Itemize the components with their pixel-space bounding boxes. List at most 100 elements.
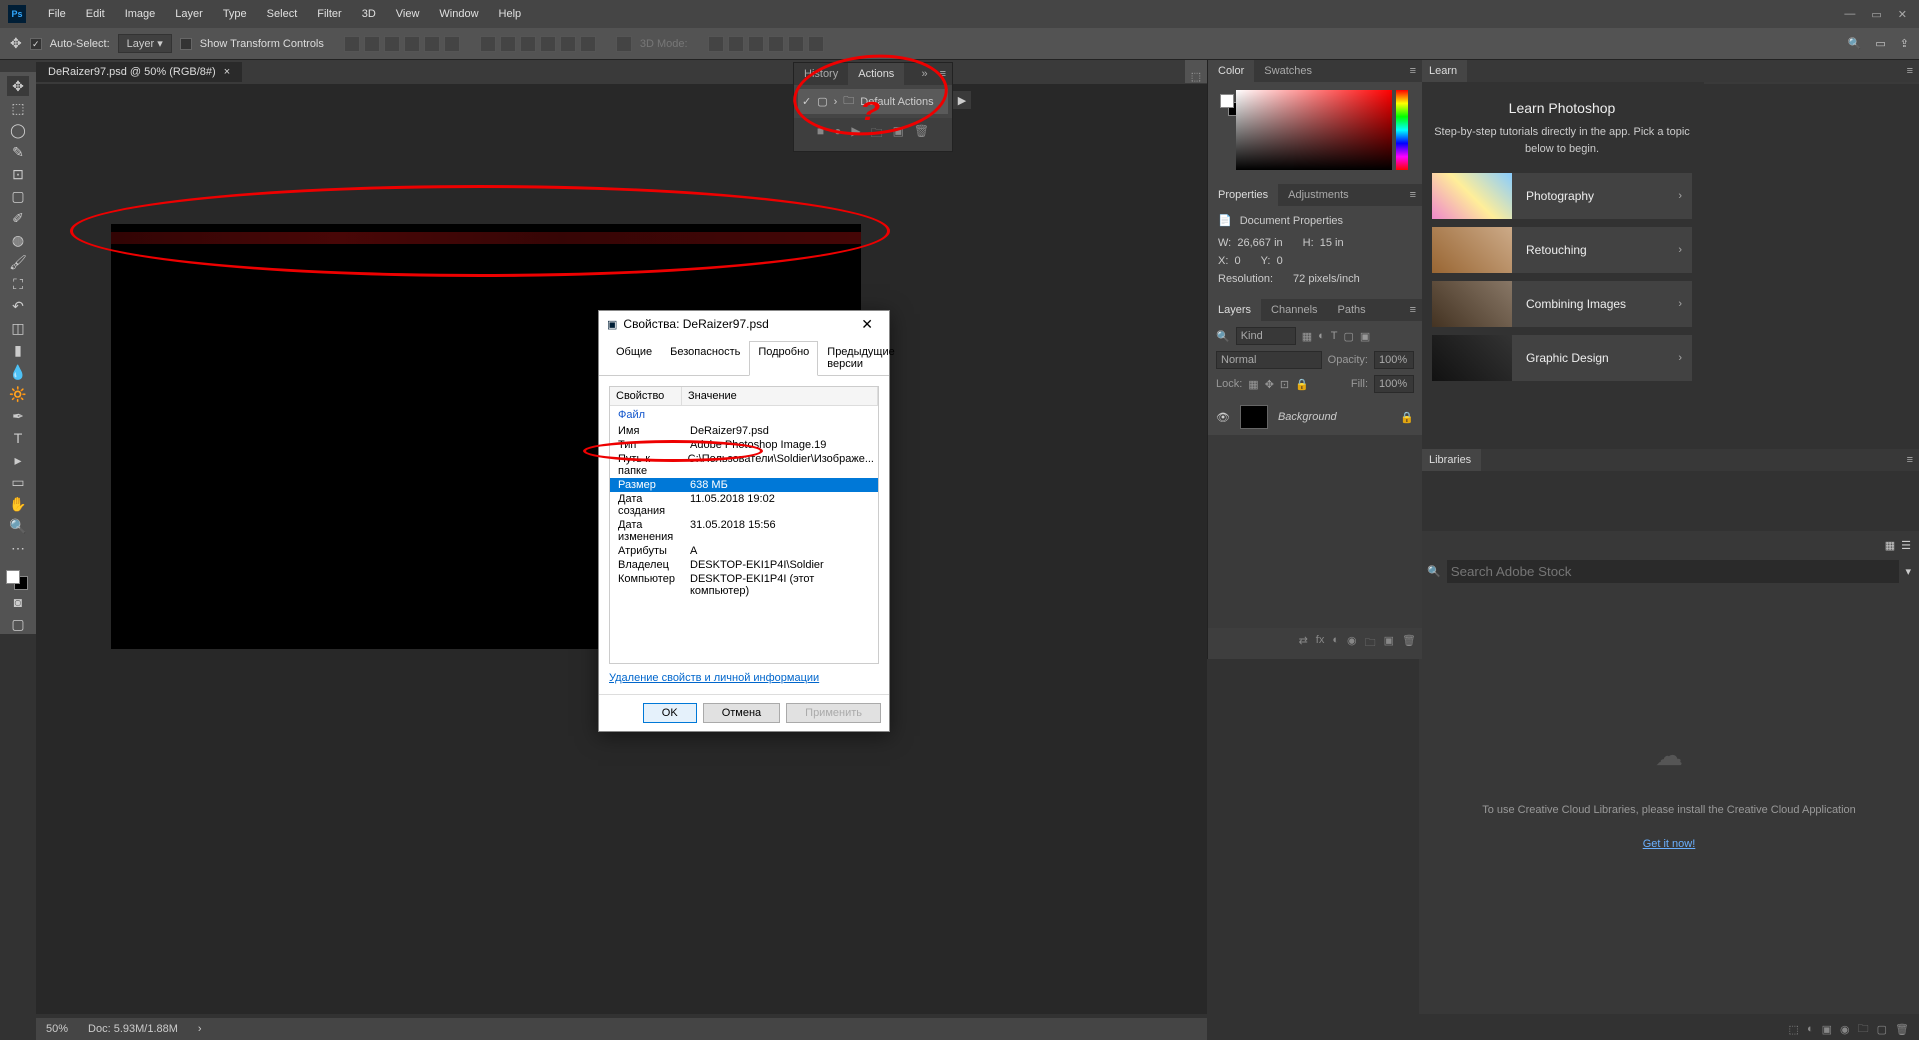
dialog-tab-general[interactable]: Общие [607, 341, 661, 375]
chevron-right-icon[interactable]: › [198, 1023, 202, 1035]
group-icon[interactable]: 🗀 [1365, 634, 1376, 653]
more-align-icon[interactable] [616, 36, 632, 52]
action-delete-icon[interactable]: 🗑 [914, 124, 929, 145]
dialog-tab-previous[interactable]: Предыдущие версии [818, 341, 903, 375]
type-tool[interactable]: T [7, 428, 29, 448]
align-right-icon[interactable] [384, 36, 400, 52]
tab-actions[interactable]: Actions [848, 63, 904, 85]
link-layers-icon[interactable]: ⇄ [1299, 634, 1308, 653]
distribute-4-icon[interactable] [540, 36, 556, 52]
window-minimize-icon[interactable]: — [1844, 8, 1855, 21]
filter-shape-icon[interactable]: ▢ [1344, 330, 1354, 343]
tab-channels[interactable]: Channels [1261, 299, 1327, 321]
panel-menu-icon[interactable]: ≡ [934, 64, 952, 84]
document-tab-close-icon[interactable]: × [224, 66, 230, 78]
brush-tool[interactable]: 🖌 [7, 252, 29, 272]
prop-row-created[interactable]: Дата создания11.05.2018 19:02 [610, 492, 878, 518]
learn-panel-menu-icon[interactable]: ≡ [1901, 61, 1919, 81]
3d-orbit-icon[interactable] [708, 36, 724, 52]
menu-image[interactable]: Image [115, 8, 166, 20]
opacity-input[interactable]: 100% [1374, 351, 1414, 369]
frame-tool[interactable]: ▢ [7, 186, 29, 206]
distribute-2-icon[interactable] [500, 36, 516, 52]
path-select-tool[interactable]: ▸ [7, 450, 29, 470]
tab-properties[interactable]: Properties [1208, 184, 1278, 206]
auto-select-target-dropdown[interactable]: Layer ▾ [118, 34, 172, 53]
align-top-icon[interactable] [404, 36, 420, 52]
dialog-cancel-button[interactable]: Отмена [703, 703, 780, 723]
dialog-tab-details[interactable]: Подробно [749, 341, 818, 376]
tab-layers[interactable]: Layers [1208, 299, 1261, 321]
color-panel-menu-icon[interactable]: ≡ [1404, 61, 1422, 81]
filter-type-icon[interactable]: T [1331, 330, 1338, 342]
prop-row-size[interactable]: Размер638 МБ [610, 478, 878, 492]
tab-adjustments[interactable]: Adjustments [1278, 184, 1359, 206]
filter-pixel-icon[interactable]: ▦ [1302, 330, 1312, 343]
tl-icon-5[interactable]: 🗀 [1858, 1020, 1869, 1039]
tab-history[interactable]: History [794, 63, 848, 85]
dialog-tab-security[interactable]: Безопасность [661, 341, 749, 375]
zoom-level[interactable]: 50% [46, 1023, 68, 1035]
gradient-tool[interactable]: ▮ [7, 340, 29, 360]
learn-item-combining[interactable]: Combining Images › [1432, 281, 1692, 327]
menu-view[interactable]: View [386, 8, 430, 20]
quick-select-tool[interactable]: ✎ [7, 142, 29, 162]
chevron-down-icon[interactable]: ▾ [1905, 565, 1911, 578]
layer-mask-icon[interactable]: ◐ [1332, 634, 1339, 653]
distribute-1-icon[interactable] [480, 36, 496, 52]
workspace-icon[interactable]: ▭ [1875, 37, 1885, 50]
filter-kind-dropdown[interactable]: Kind [1236, 327, 1296, 345]
3d-slide-icon[interactable] [768, 36, 784, 52]
zoom-tool[interactable]: 🔍 [7, 516, 29, 536]
action-play-button[interactable]: ▶ [953, 91, 971, 109]
3d-camera-icon[interactable] [808, 36, 824, 52]
lock-position-icon[interactable]: ✥ [1265, 378, 1274, 391]
filter-smart-icon[interactable]: ▣ [1360, 330, 1370, 343]
action-record-icon[interactable]: ● [834, 124, 841, 145]
history-brush-tool[interactable]: ↶ [7, 296, 29, 316]
screen-mode-icon[interactable]: ▢ [7, 614, 29, 634]
pen-tool[interactable]: ✒ [7, 406, 29, 426]
tab-color[interactable]: Color [1208, 60, 1254, 82]
tab-swatches[interactable]: Swatches [1254, 60, 1322, 82]
libraries-search-input[interactable] [1447, 560, 1900, 583]
new-layer-icon[interactable]: ▣ [1384, 634, 1394, 653]
lock-icon[interactable]: 🔒 [1400, 411, 1414, 424]
auto-select-checkbox[interactable] [30, 38, 42, 50]
stamp-tool[interactable]: ⛶ [7, 274, 29, 294]
menu-window[interactable]: Window [429, 8, 488, 20]
lib-grid-icon[interactable]: ▦ [1885, 539, 1895, 552]
window-maximize-icon[interactable]: ▭ [1871, 8, 1881, 21]
3d-roll-icon[interactable] [728, 36, 744, 52]
align-bottom-icon[interactable] [444, 36, 460, 52]
menu-3d[interactable]: 3D [352, 8, 386, 20]
menu-file[interactable]: File [38, 8, 76, 20]
marquee-tool[interactable]: ⬚ [7, 98, 29, 118]
action-stop-icon[interactable]: ■ [817, 124, 824, 145]
filter-icon[interactable]: 🔍 [1216, 330, 1230, 343]
healing-tool[interactable]: ◍ [7, 230, 29, 250]
tab-paths[interactable]: Paths [1328, 299, 1376, 321]
delete-layer-icon[interactable]: 🗑 [1402, 634, 1416, 653]
menu-layer[interactable]: Layer [165, 8, 213, 20]
prop-row-attributes[interactable]: АтрибутыA [610, 544, 878, 558]
prop-row-type[interactable]: ТипAdobe Photoshop Image.19 [610, 438, 878, 452]
menu-type[interactable]: Type [213, 8, 257, 20]
chevron-right-icon[interactable]: › [834, 96, 838, 108]
tab-learn[interactable]: Learn [1419, 60, 1467, 82]
3d-pan-icon[interactable] [748, 36, 764, 52]
eyedropper-tool[interactable]: ✐ [7, 208, 29, 228]
hue-slider[interactable] [1396, 90, 1408, 170]
prop-row-computer[interactable]: КомпьютерDESKTOP-EKI1P4I (этот компьютер… [610, 572, 878, 598]
brushes-panel-icon[interactable]: ⬚ [1191, 70, 1201, 83]
tl-icon-4[interactable]: ◉ [1840, 1023, 1850, 1036]
visibility-eye-icon[interactable]: 👁 [1216, 411, 1230, 424]
doc-size[interactable]: Doc: 5.93M/1.88M [88, 1023, 178, 1035]
lock-pixels-icon[interactable]: ▦ [1248, 378, 1258, 391]
menu-help[interactable]: Help [489, 8, 532, 20]
lib-list-icon[interactable]: ☰ [1901, 539, 1911, 552]
dialog-close-button[interactable]: ✕ [853, 316, 881, 333]
foreground-color-swatch[interactable] [6, 570, 20, 584]
tl-icon-3[interactable]: ▣ [1822, 1023, 1832, 1036]
tab-libraries[interactable]: Libraries [1419, 449, 1481, 471]
